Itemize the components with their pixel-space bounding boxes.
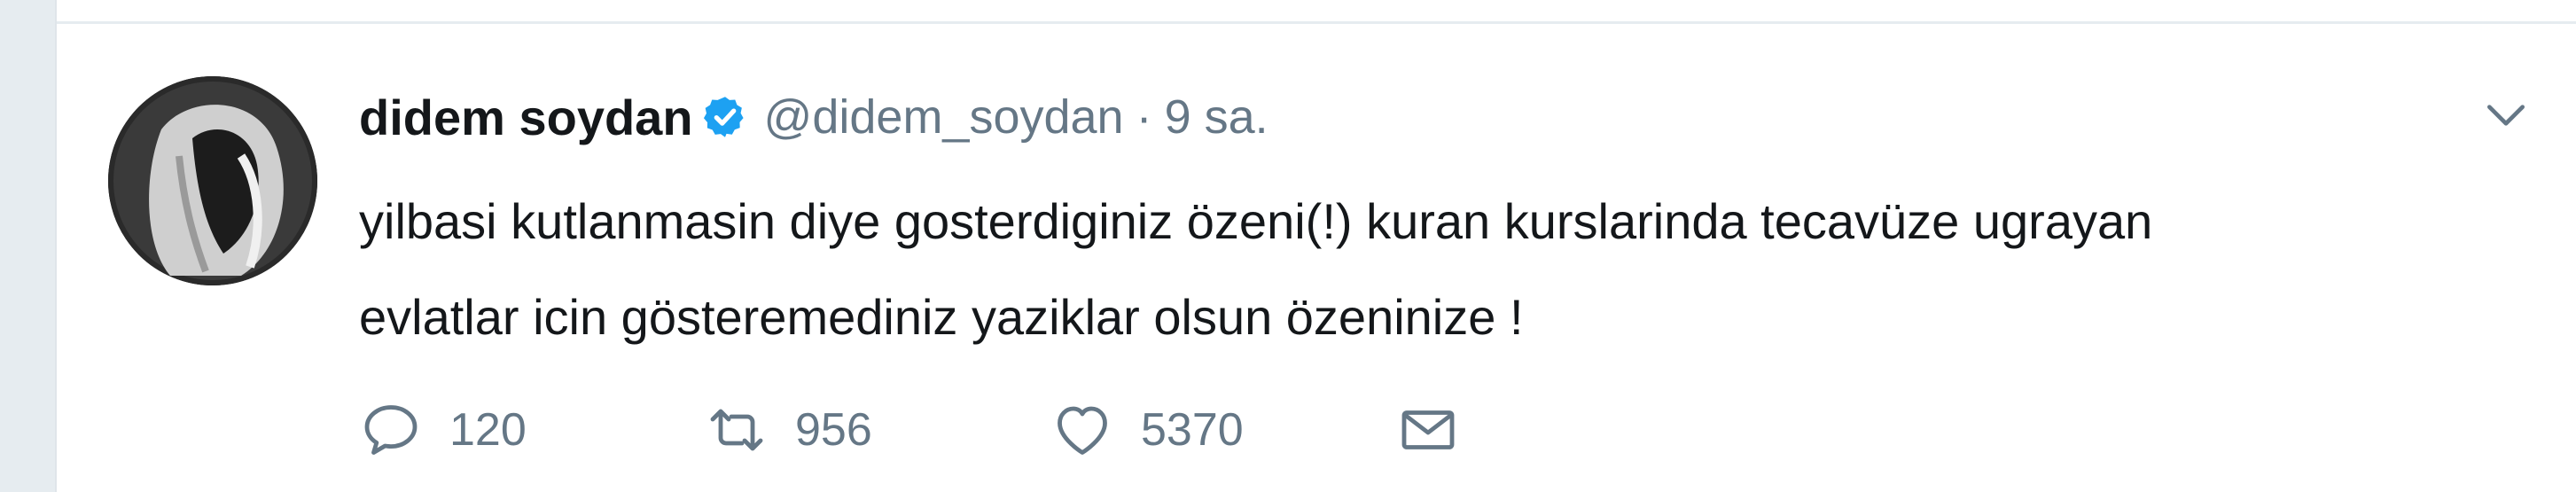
retweet-button[interactable]: 956 bbox=[705, 398, 1050, 462]
tweet-card[interactable]: didem soydan @didem_soydan · 9 sa. yilba… bbox=[55, 0, 2576, 492]
like-count: 5370 bbox=[1141, 404, 1244, 456]
retweet-count: 956 bbox=[795, 404, 872, 456]
separator-dot: · bbox=[1136, 90, 1152, 144]
user-handle[interactable]: @didem_soydan bbox=[764, 90, 1124, 144]
verified-badge-icon bbox=[703, 97, 744, 137]
reply-count: 120 bbox=[449, 404, 527, 456]
heart-icon bbox=[1058, 406, 1107, 455]
page-background-strip bbox=[0, 0, 55, 492]
envelope-icon bbox=[1401, 410, 1455, 449]
tweet-text-line-2: evlatlar icin gösteremediniz yaziklar ol… bbox=[359, 289, 1524, 345]
previous-tweet-edge bbox=[57, 0, 2576, 24]
avatar[interactable] bbox=[108, 76, 317, 285]
tweet-header: didem soydan @didem_soydan · 9 sa. bbox=[359, 85, 1268, 149]
retweet-icon bbox=[710, 409, 763, 451]
chevron-down-icon[interactable] bbox=[2481, 90, 2531, 140]
tweet-text-line-1: yilbasi kutlanmasin diye gosterdiginiz ö… bbox=[359, 193, 2153, 249]
tweet-actions: 120 956 5370 bbox=[359, 390, 1460, 470]
like-button[interactable]: 5370 bbox=[1050, 398, 1396, 462]
direct-message-button[interactable] bbox=[1396, 398, 1460, 462]
tweet-text: yilbasi kutlanmasin diye gosterdiginiz ö… bbox=[359, 174, 2486, 365]
reply-icon bbox=[364, 405, 418, 455]
display-name[interactable]: didem soydan bbox=[359, 89, 693, 146]
timestamp[interactable]: 9 sa. bbox=[1165, 90, 1268, 144]
avatar-photo bbox=[108, 76, 317, 285]
reply-button[interactable]: 120 bbox=[359, 398, 705, 462]
